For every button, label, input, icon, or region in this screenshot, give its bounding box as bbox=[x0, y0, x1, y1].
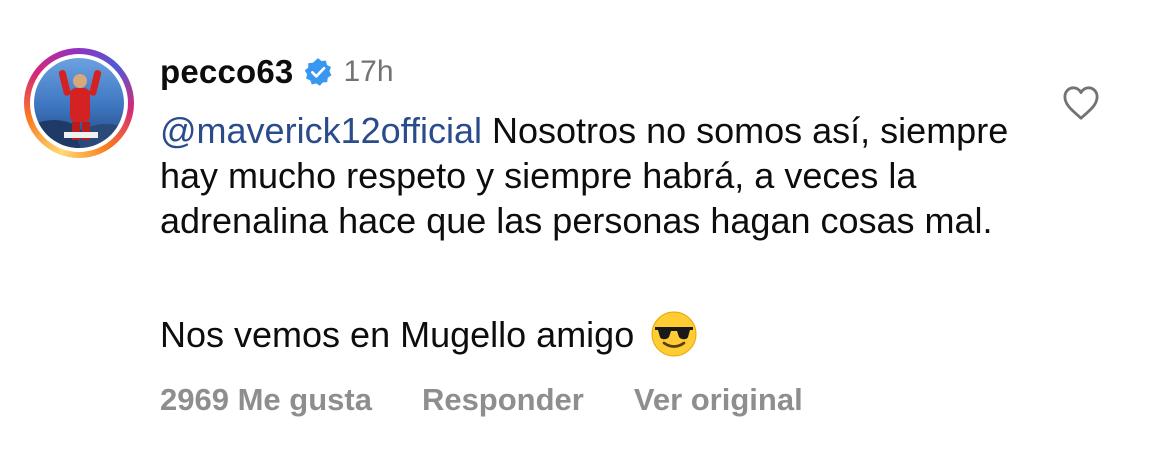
verified-badge-icon bbox=[305, 58, 332, 86]
comment-actions: 2969 Me gusta Responder Ver original bbox=[160, 382, 853, 418]
comment-second-paragraph: Nos vemos en Mugello amigo bbox=[160, 310, 698, 358]
username[interactable]: pecco63 bbox=[160, 53, 293, 91]
see-original-button[interactable]: Ver original bbox=[634, 382, 803, 418]
comment-second-text: Nos vemos en Mugello amigo bbox=[160, 313, 635, 355]
comment-header: pecco63 17h bbox=[160, 52, 394, 92]
reply-button[interactable]: Responder bbox=[422, 382, 584, 418]
smiling-face-with-sunglasses-emoji bbox=[651, 311, 697, 357]
mention-link[interactable]: @maverick12official bbox=[160, 110, 482, 151]
comment: pecco63 17h @maverick12official Nosotros… bbox=[0, 0, 1170, 470]
comment-text: @maverick12official Nosotros no somos as… bbox=[160, 108, 1040, 243]
likes-count[interactable]: 2969 Me gusta bbox=[160, 382, 372, 418]
avatar[interactable] bbox=[34, 58, 124, 148]
heart-outline-icon[interactable] bbox=[1062, 85, 1100, 121]
avatar-story-ring[interactable] bbox=[24, 48, 134, 158]
timestamp: 17h bbox=[343, 55, 394, 88]
